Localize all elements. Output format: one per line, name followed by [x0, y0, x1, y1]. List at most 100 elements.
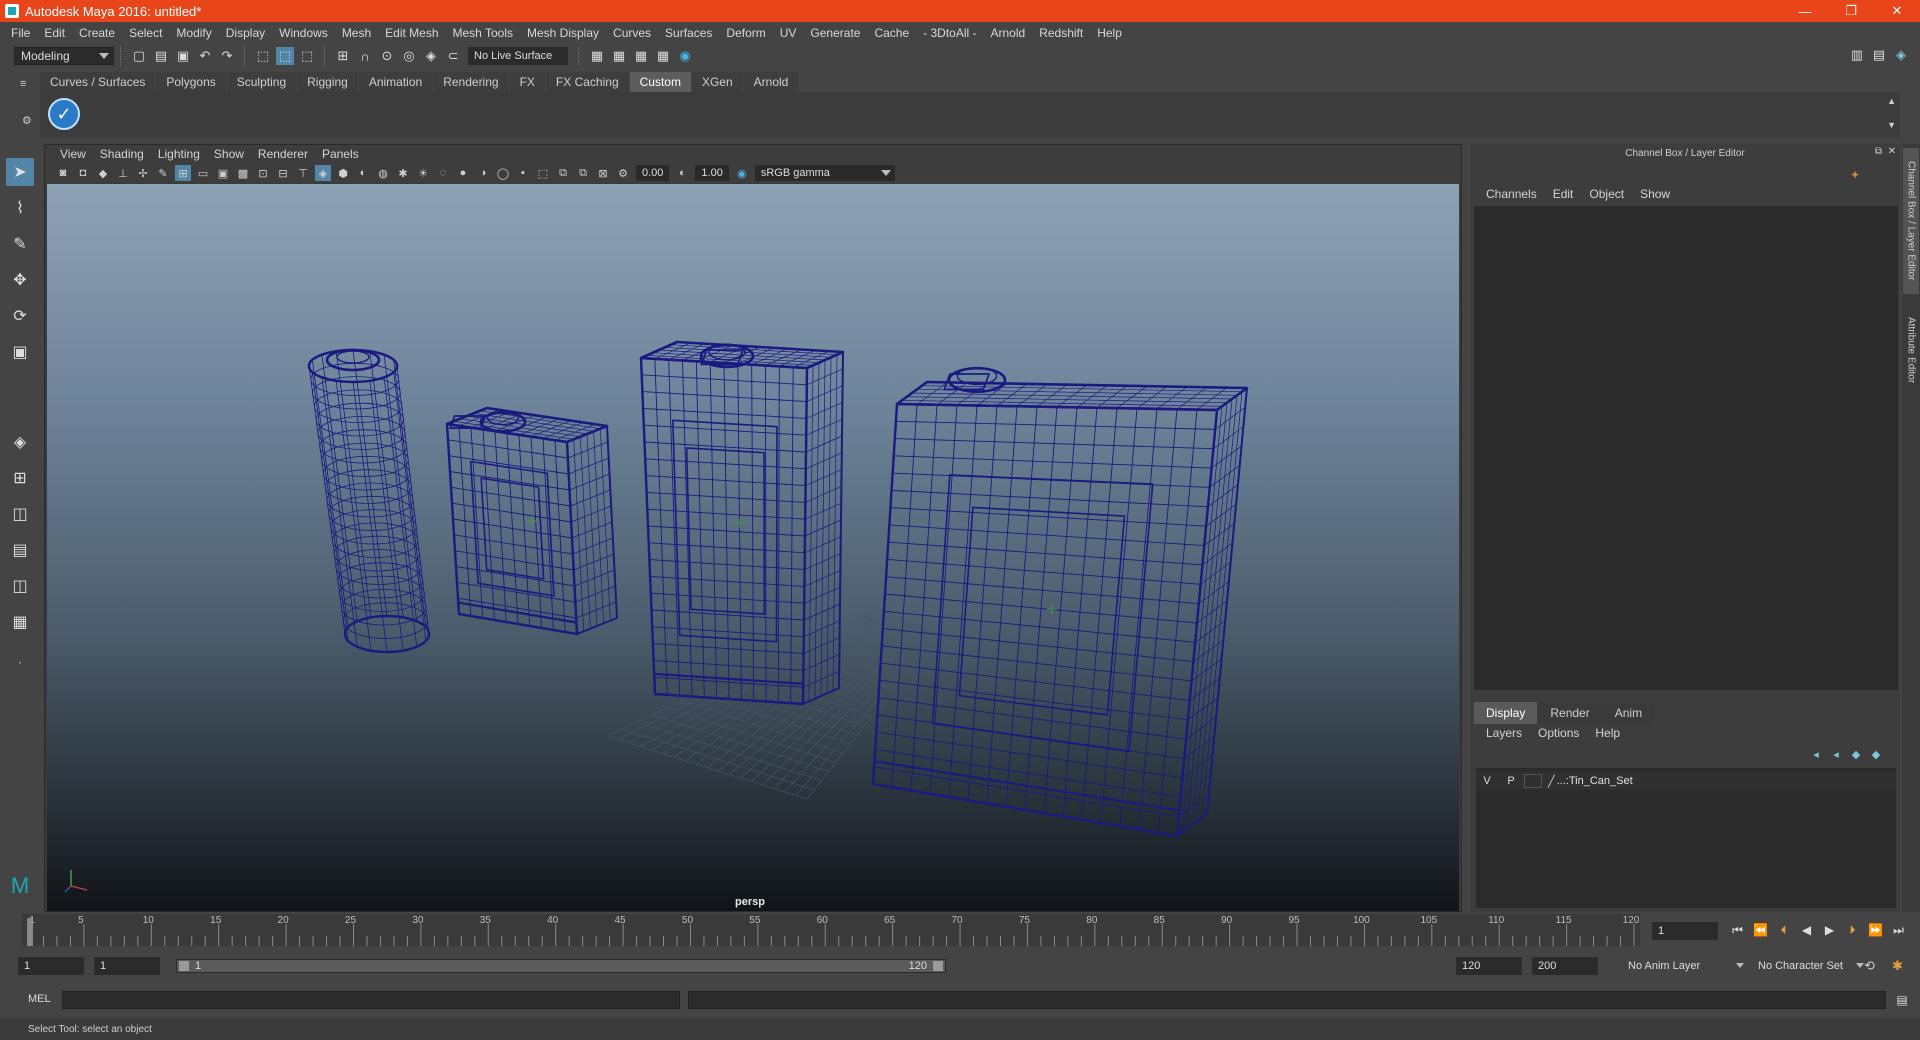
viewport-menu-shading[interactable]: Shading	[93, 147, 151, 161]
redo-icon[interactable]: ↷	[218, 47, 236, 65]
render-frame-icon[interactable]: ▦	[610, 47, 628, 65]
cb-edit-menu[interactable]: Edit	[1545, 187, 1582, 201]
persp-outliner-layout-icon[interactable]: ◫	[6, 572, 34, 600]
menu-display[interactable]: Display	[219, 26, 272, 40]
move-layer-up-icon[interactable]: ◂	[1806, 746, 1826, 762]
scale-tool-icon[interactable]: ▣	[6, 338, 34, 366]
channel-box-mode-icon[interactable]: ✦	[1850, 168, 1860, 182]
le-help-menu[interactable]: Help	[1587, 726, 1628, 740]
animation-start-field[interactable]: 1	[18, 957, 84, 975]
image-plane-icon[interactable]: ⊥	[115, 165, 131, 181]
auto-key-icon[interactable]: ⟲	[1864, 958, 1875, 974]
select-objects-icon[interactable]: ⬚	[276, 47, 294, 65]
isolate-select-icon[interactable]: ⬚	[535, 165, 551, 181]
layers-menu[interactable]: Layers	[1478, 726, 1530, 740]
snap-curve-icon[interactable]: ∩	[356, 47, 374, 65]
tab-polygons[interactable]: Polygons	[156, 72, 226, 92]
float-panel-icon[interactable]: ⧉	[1875, 146, 1882, 157]
menu-edit[interactable]: Edit	[37, 26, 72, 40]
tab-xgen[interactable]: XGen	[691, 72, 743, 92]
menu-3dtoall[interactable]: - 3DtoAll -	[916, 26, 983, 40]
tab-arnold[interactable]: Arnold	[743, 72, 799, 92]
menu-cache[interactable]: Cache	[867, 26, 916, 40]
playback-end-field[interactable]: 120	[1456, 957, 1522, 975]
snap-view-icon[interactable]: ◎	[400, 47, 418, 65]
go-to-start-icon[interactable]: ⏮	[1726, 920, 1749, 940]
animation-preferences-icon[interactable]: ✱	[1892, 958, 1903, 974]
tab-attribute-editor[interactable]: Attribute Editor	[1903, 304, 1919, 396]
grease-pencil-icon[interactable]: ✎	[155, 165, 171, 181]
command-language-label[interactable]: MEL	[28, 993, 51, 1005]
screen-space-ao-icon[interactable]: ●	[455, 165, 471, 181]
xray-icon[interactable]: ◍	[375, 165, 391, 181]
tab-anim[interactable]: Anim	[1602, 702, 1655, 724]
frame-all-icon[interactable]: ⧉	[555, 165, 571, 181]
menu-arnold[interactable]: Arnold	[984, 26, 1033, 40]
menu-edit-mesh[interactable]: Edit Mesh	[378, 26, 445, 40]
motion-blur-icon[interactable]: ◑	[475, 165, 491, 181]
safe-action-icon[interactable]: ⊟	[275, 165, 291, 181]
gamma-icon[interactable]: ◐	[674, 165, 690, 181]
live-surface-field[interactable]: No Live Surface	[468, 47, 568, 65]
script-editor-icon[interactable]: ▤	[1894, 992, 1910, 1008]
playback-start-field[interactable]: 1	[94, 957, 160, 975]
cb-object-menu[interactable]: Object	[1581, 187, 1632, 201]
frame-selected-icon[interactable]: ⧉	[575, 165, 591, 181]
layer-row[interactable]: V P ╱ ...:Tin_Can_Set	[1476, 772, 1896, 790]
shelf-scroll-down-icon[interactable]: ▼	[1887, 120, 1896, 130]
menu-mesh-tools[interactable]: Mesh Tools	[446, 26, 520, 40]
hypershade-icon[interactable]: ◉	[676, 47, 694, 65]
menu-surfaces[interactable]: Surfaces	[658, 26, 719, 40]
new-layer-selected-icon[interactable]: ◆	[1866, 746, 1886, 762]
open-scene-icon[interactable]: ▤	[152, 47, 170, 65]
save-scene-icon[interactable]: ▣	[174, 47, 192, 65]
tab-animation[interactable]: Animation	[358, 72, 433, 92]
play-forwards-icon[interactable]: ▶	[1818, 920, 1841, 940]
color-management-icon[interactable]: ◉	[734, 165, 750, 181]
two-d-pan-icon[interactable]: ✢	[135, 165, 151, 181]
new-scene-icon[interactable]: ▢	[130, 47, 148, 65]
menu-select[interactable]: Select	[122, 26, 169, 40]
persp-outliner-graph-layout-icon[interactable]: ▦	[6, 608, 34, 636]
tab-fx[interactable]: FX	[509, 72, 545, 92]
tab-fx-caching[interactable]: FX Caching	[545, 72, 629, 92]
ipr-render-icon[interactable]: ▦	[632, 47, 650, 65]
gate-mask-icon[interactable]: ▩	[235, 165, 251, 181]
film-gate-icon[interactable]: ▭	[195, 165, 211, 181]
command-input[interactable]	[62, 991, 680, 1009]
menu-generate[interactable]: Generate	[803, 26, 867, 40]
paint-select-tool-icon[interactable]: ✎	[6, 230, 34, 258]
viewport-menu-show[interactable]: Show	[207, 147, 251, 161]
exposure-field[interactable]: 0.00	[636, 165, 670, 181]
four-view-layout-icon[interactable]: ⊞	[6, 464, 34, 492]
menu-file[interactable]: File	[4, 26, 37, 40]
play-backwards-icon[interactable]: ◀	[1795, 920, 1818, 940]
current-frame-field[interactable]: 1	[1652, 922, 1718, 940]
view-transform-dropdown[interactable]: sRGB gamma	[754, 165, 895, 181]
side-by-side-layout-icon[interactable]: ◫	[6, 500, 34, 528]
rotate-tool-icon[interactable]: ⟳	[6, 302, 34, 330]
use-all-lights-icon[interactable]: ☀	[415, 165, 431, 181]
step-back-key-icon[interactable]: ⏴	[1772, 920, 1795, 940]
step-forward-key-icon[interactable]: ⏵	[1841, 920, 1864, 940]
snap-point-icon[interactable]: ⊙	[378, 47, 396, 65]
menu-uv[interactable]: UV	[773, 26, 804, 40]
minimize-button[interactable]: —	[1782, 0, 1828, 22]
safe-title-icon[interactable]: ⊤	[295, 165, 311, 181]
layers-icon[interactable]: ◈	[1892, 46, 1910, 64]
render-view-icon[interactable]: ▦	[654, 47, 672, 65]
layout-icon[interactable]: ▥	[1848, 46, 1866, 64]
menu-mesh-display[interactable]: Mesh Display	[520, 26, 606, 40]
shelf-scroll-up-icon[interactable]: ▲	[1887, 96, 1896, 106]
tab-render[interactable]: Render	[1538, 702, 1602, 724]
wireframe-on-shaded-icon[interactable]: ◐	[355, 165, 371, 181]
tab-rendering[interactable]: Rendering	[433, 72, 509, 92]
snap-surface-icon[interactable]: ◈	[422, 47, 440, 65]
character-set-dropdown[interactable]: No Character Set	[1752, 957, 1868, 975]
persp-graph-layout-icon[interactable]: ▤	[6, 536, 34, 564]
move-tool-icon[interactable]: ✥	[6, 266, 34, 294]
smooth-shading-icon[interactable]: ⬢	[335, 165, 351, 181]
step-back-frame-icon[interactable]: ⏪	[1749, 920, 1772, 940]
range-end-handle[interactable]	[933, 961, 943, 971]
shelf-script-check-icon[interactable]: ✓	[48, 98, 80, 130]
